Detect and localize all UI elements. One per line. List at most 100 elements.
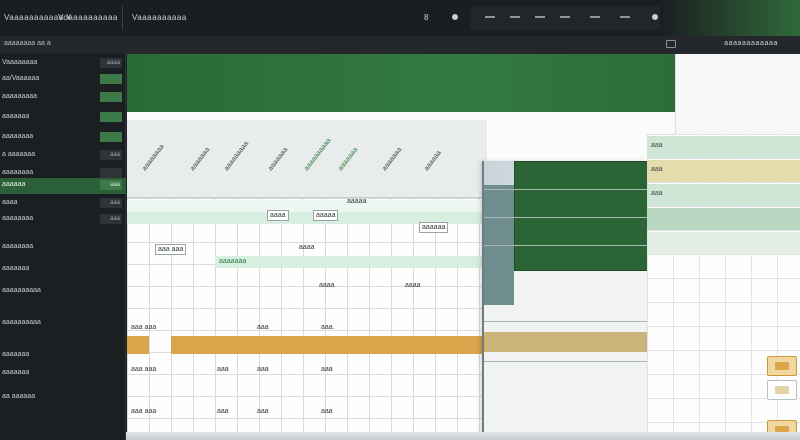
sidebar-item-9[interactable]: aaaa aaa	[0, 196, 126, 212]
right-band	[647, 208, 800, 230]
cell[interactable]: aaa	[321, 366, 333, 373]
row-band	[215, 256, 482, 268]
menu-left-text[interactable]: aaaaaaaa aa a	[4, 40, 51, 47]
toolbar-icon-3[interactable]	[535, 16, 545, 18]
sidebar-item-value: aaa	[100, 180, 122, 190]
sidebar-item-8[interactable]: aaaaaa aaa	[0, 178, 126, 194]
cell[interactable]: aaaa	[267, 210, 289, 221]
panel-divider	[484, 245, 649, 246]
cell[interactable]: aaaa	[319, 282, 335, 289]
column-header-5[interactable]: aaaaaaaaaa	[303, 137, 332, 172]
column-header-7[interactable]: aaaaaaa	[381, 147, 403, 173]
panel-divider	[484, 321, 649, 322]
title-divider	[122, 6, 123, 30]
column-header-8[interactable]: aaaaaa	[423, 150, 443, 173]
right-header-blank	[675, 54, 800, 134]
right-cell[interactable]: aaa	[651, 190, 663, 197]
sidebar-item-3[interactable]: aaaaaaaaa	[0, 90, 126, 106]
toolbar-icon-2[interactable]	[510, 16, 520, 18]
panel-highlight-row[interactable]	[484, 332, 649, 352]
toolbar-icon-6[interactable]	[620, 16, 630, 18]
sidebar-item-value: aaa	[100, 214, 122, 224]
settings-icon[interactable]	[652, 14, 658, 20]
cell[interactable]: aaa	[257, 408, 269, 415]
action-button-1[interactable]	[767, 356, 797, 376]
sidebar-item-12[interactable]: aaaaaaa	[0, 262, 126, 278]
cell[interactable]: aaa	[257, 366, 269, 373]
cell[interactable]: aaaaaa	[419, 222, 449, 233]
column-header-3[interactable]: aaaaaaaaa	[223, 140, 250, 172]
row-band	[127, 200, 482, 212]
menu-right-text[interactable]: aaaaaaaaaaaa	[724, 40, 778, 47]
right-cell[interactable]: aaa	[651, 166, 663, 173]
menu-bar: aaaaaaaa aa a aaaaaaaaaaaa	[0, 36, 800, 54]
panel-green-block	[514, 161, 649, 271]
cell[interactable]: aaa aaa	[131, 408, 156, 415]
cell[interactable]: aaa.	[321, 324, 335, 331]
column-header-4[interactable]: aaaaaaa	[267, 147, 289, 173]
column-header-1[interactable]: aaaaaaaa	[141, 143, 166, 172]
sidebar-item-4[interactable]: aaaaaaa	[0, 110, 126, 126]
document-title: Vaaaaaaaaaa	[132, 13, 187, 22]
toolbar-icon-5[interactable]	[590, 16, 600, 18]
sidebar-item-13[interactable]: aaaaaaaaaa	[0, 284, 126, 300]
sidebar-item-label: aa/Vaaaaaa	[2, 75, 40, 82]
sidebar-item-label: aa aaaaaa	[2, 393, 36, 400]
cell[interactable]: aaa aaa	[131, 366, 156, 373]
sidebar-item-label: aaaaaaaaa	[2, 93, 38, 100]
sidebar-item-label: aaaaaaa	[2, 265, 30, 272]
sidebar-item-label: Vaaaaaaaa	[2, 59, 38, 66]
toolbar-icon-4[interactable]	[560, 16, 570, 18]
sidebar-item-2[interactable]: aa/Vaaaaaa	[0, 72, 126, 88]
cell[interactable]: aaaa	[405, 282, 421, 289]
right-band	[647, 232, 800, 254]
cell[interactable]: aaa	[321, 408, 333, 415]
spreadsheet-grid[interactable]: aaaa aaaaa aaaaa aaa aaa aaaa aaaaaa aaa…	[127, 198, 482, 440]
cell[interactable]: aaa aaa	[155, 244, 187, 255]
cell[interactable]: aaaaa	[313, 210, 339, 221]
right-cell[interactable]: aaa	[651, 142, 663, 149]
sidebar-item-15[interactable]: aaaaaaa	[0, 348, 126, 364]
cell[interactable]: aaa aaa	[131, 324, 156, 331]
sidebar-item-value: aaa	[100, 198, 122, 208]
cell[interactable]: aaaaa	[347, 198, 366, 205]
sidebar-item-14[interactable]: aaaaaaaaaa	[0, 316, 126, 332]
action-button-2[interactable]	[767, 380, 797, 400]
sidebar-item-11[interactable]: aaaaaaaa	[0, 240, 126, 256]
highlight-row[interactable]	[171, 336, 482, 354]
highlight-cell[interactable]	[127, 336, 149, 354]
title-accent	[660, 0, 800, 36]
sidebar-item-label: aaaaaaaaaa	[2, 287, 41, 294]
right-column[interactable]: aaa aaa aaa	[647, 134, 800, 440]
overlay-panel[interactable]	[482, 161, 649, 440]
sidebar-item-10[interactable]: aaaaaaaa aaa	[0, 212, 126, 228]
record-icon[interactable]	[452, 14, 458, 20]
app-label-secondary: Voaaaaaaaaaa	[58, 13, 118, 22]
window-icon[interactable]	[666, 40, 676, 48]
spreadsheet-app-window: Vaaaaaaaaaaa ¥ Voaaaaaaaaaa Vaaaaaaaaaa …	[0, 0, 800, 440]
sidebar-item-16[interactable]: aaaaaaa	[0, 366, 126, 382]
main-area: aaaaaaaa aaaaaaa aaaaaaaaa aaaaaaa aaaaa…	[127, 54, 800, 440]
right-band	[647, 184, 800, 206]
header-banner	[127, 54, 675, 112]
cell[interactable]: aaaa	[299, 244, 315, 251]
column-header-2[interactable]: aaaaaaa	[189, 147, 211, 173]
sidebar-item-17[interactable]: aa aaaaaa	[0, 390, 126, 406]
sidebar-item-value	[100, 112, 122, 122]
sidebar-item-6[interactable]: a aaaaaaa aaa	[0, 148, 126, 164]
title-marker: 8	[424, 13, 429, 22]
cell[interactable]: aaa	[217, 408, 229, 415]
cell[interactable]: aaa	[257, 324, 269, 331]
sidebar-item-value	[100, 132, 122, 142]
sidebar-item-value	[100, 92, 122, 102]
toolbar-icon-1[interactable]	[485, 16, 495, 18]
sidebar-item-label: aaaaaaaa	[2, 215, 34, 222]
cell[interactable]: aaa	[217, 366, 229, 373]
title-bar: Vaaaaaaaaaaa ¥ Voaaaaaaaaaa Vaaaaaaaaaa …	[0, 0, 800, 36]
sidebar-item-1[interactable]: Vaaaaaaaa aaaa	[0, 56, 126, 72]
sidebar-item-value: aaaa	[100, 58, 122, 68]
cell[interactable]: aaaaaaa	[219, 258, 246, 265]
sidebar-item-5[interactable]: aaaaaaaa	[0, 130, 126, 146]
sidebar-item-label: a aaaaaaa	[2, 151, 36, 158]
column-header-6[interactable]: aaaaaaa	[337, 147, 359, 173]
